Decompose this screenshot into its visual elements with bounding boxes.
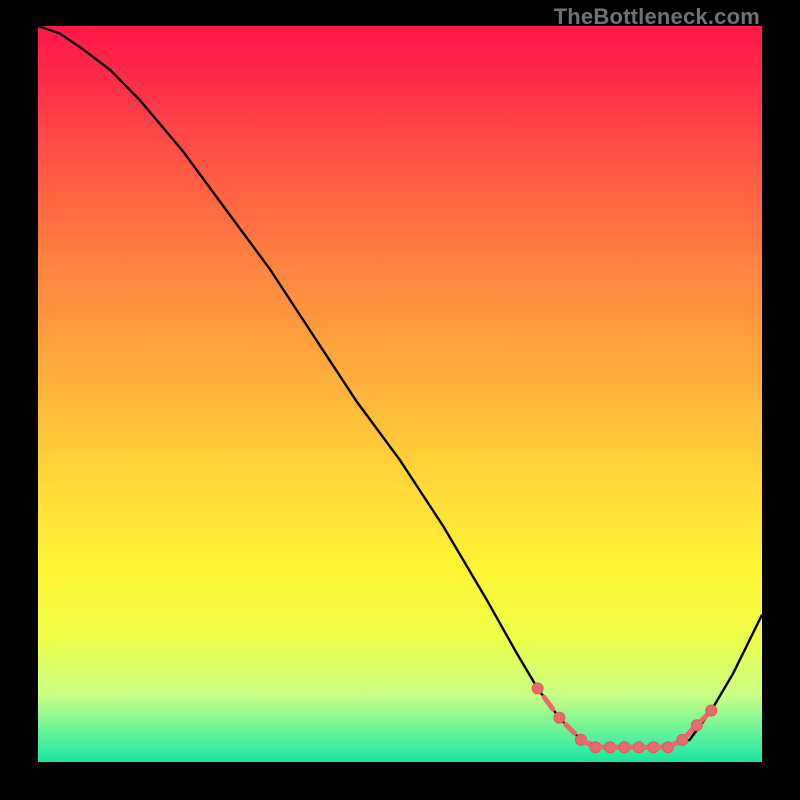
chart-frame [38,26,762,762]
watermark-text: TheBottleneck.com [554,4,760,30]
bottleneck-plot [38,26,762,762]
marker-dash [566,725,575,734]
marker-dash [701,715,707,721]
marker-dot [706,705,717,716]
marker-dot [532,683,543,694]
marker-dash [544,697,553,709]
marker-group [532,683,717,753]
marker-dash [687,730,693,736]
bottleneck-curve-line [38,26,762,747]
marker-dot [554,712,565,723]
